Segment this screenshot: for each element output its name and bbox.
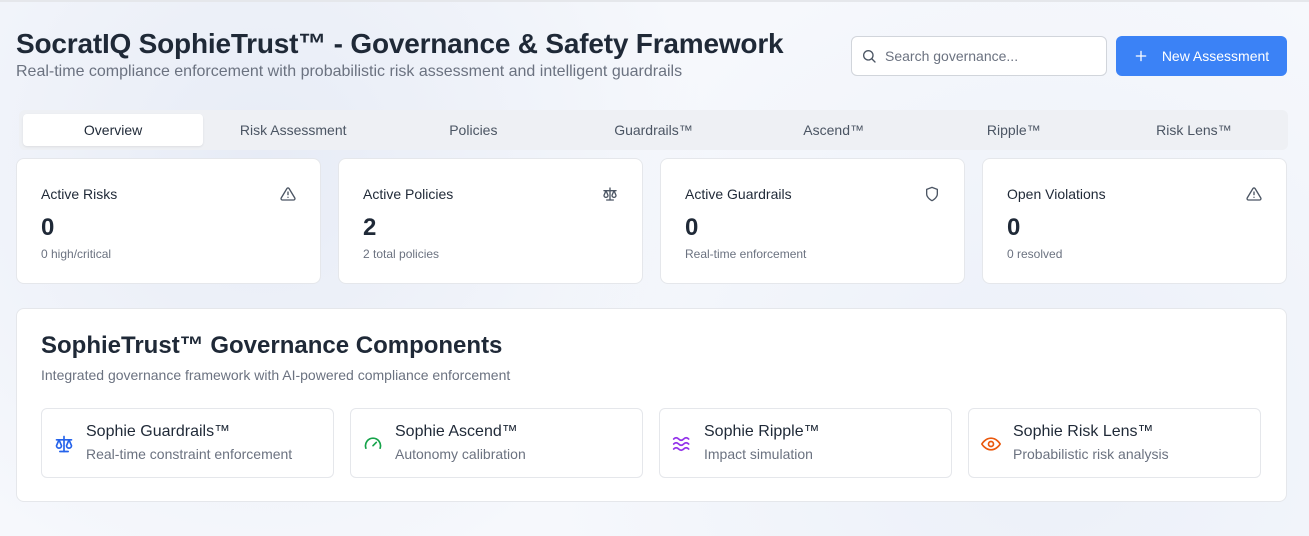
page-header: SocratIQ SophieTrust™ - Governance & Saf… bbox=[16, 0, 1287, 110]
stat-label: Active Policies bbox=[363, 186, 454, 202]
stat-card-active-policies: Active Policies 2 2 total policies bbox=[338, 158, 643, 284]
component-desc: Real-time constraint enforcement bbox=[86, 446, 293, 462]
stat-label: Active Risks bbox=[41, 186, 118, 202]
component-ripple[interactable]: Sophie Ripple™ Impact simulation bbox=[659, 408, 952, 478]
component-name: Sophie Ascend™ bbox=[395, 423, 518, 440]
scale-icon bbox=[603, 187, 617, 201]
component-ascend[interactable]: Sophie Ascend™ Autonomy calibration bbox=[350, 408, 643, 478]
scale-icon bbox=[55, 435, 73, 453]
stats-grid: Active Risks 0 0 high/critical Active Po… bbox=[16, 158, 1287, 284]
tab-risk-lens[interactable]: Risk Lens™ bbox=[1104, 114, 1284, 146]
tab-guardrails[interactable]: Guardrails™ bbox=[563, 114, 743, 146]
stat-subtext: Real-time enforcement bbox=[685, 247, 807, 261]
page-subtitle: Real-time compliance enforcement with pr… bbox=[16, 63, 683, 80]
component-text: Sophie Ascend™ Autonomy calibration bbox=[395, 423, 526, 462]
tab-overview[interactable]: Overview bbox=[23, 114, 204, 146]
tab-ripple[interactable]: Ripple™ bbox=[924, 114, 1104, 146]
shield-icon bbox=[926, 186, 938, 202]
header-text: SocratIQ SophieTrust™ - Governance & Saf… bbox=[16, 27, 784, 81]
stat-label: Open Violations bbox=[1007, 186, 1106, 202]
component-name: Sophie Ripple™ bbox=[704, 423, 820, 440]
new-assessment-label: New Assessment bbox=[1161, 48, 1270, 64]
search-icon bbox=[863, 50, 876, 63]
alert-triangle-icon bbox=[280, 187, 296, 201]
header-actions: New Assessment bbox=[851, 36, 1287, 76]
component-text: Sophie Guardrails™ Real-time constraint … bbox=[86, 423, 292, 462]
gauge-icon bbox=[364, 437, 382, 449]
component-desc: Autonomy calibration bbox=[395, 446, 526, 462]
component-name: Sophie Risk Lens™ bbox=[1013, 423, 1154, 440]
stat-value: 2 bbox=[363, 214, 377, 241]
stat-value: 0 bbox=[1007, 214, 1021, 241]
stat-subtext: 2 total policies bbox=[363, 247, 440, 261]
stat-card-active-guardrails: Active Guardrails 0 Real-time enforcemen… bbox=[660, 158, 965, 284]
components-grid: Sophie Guardrails™ Real-time constraint … bbox=[41, 408, 1262, 478]
search-input[interactable] bbox=[885, 48, 1085, 64]
component-text: Sophie Ripple™ Impact simulation bbox=[704, 423, 820, 462]
stat-label: Active Guardrails bbox=[685, 186, 792, 202]
plus-icon bbox=[1135, 50, 1147, 62]
search-box[interactable] bbox=[851, 36, 1107, 76]
stat-card-active-risks: Active Risks 0 0 high/critical bbox=[16, 158, 321, 284]
stat-value: 0 bbox=[685, 214, 699, 241]
tab-ascend[interactable]: Ascend™ bbox=[744, 114, 924, 146]
stat-subtext: 0 high/critical bbox=[41, 247, 112, 261]
new-assessment-button[interactable]: New Assessment bbox=[1116, 36, 1287, 76]
waves-icon bbox=[672, 436, 690, 452]
eye-icon bbox=[981, 437, 1001, 451]
stat-value: 0 bbox=[41, 214, 55, 241]
stat-subtext: 0 resolved bbox=[1007, 247, 1063, 261]
component-guardrails[interactable]: Sophie Guardrails™ Real-time constraint … bbox=[41, 408, 334, 478]
components-title: SophieTrust™ Governance Components bbox=[41, 332, 503, 359]
components-subtitle: Integrated governance framework with AI-… bbox=[41, 367, 511, 383]
component-desc: Probabilistic risk analysis bbox=[1013, 446, 1169, 462]
governance-components-panel: SophieTrust™ Governance Components Integ… bbox=[16, 308, 1287, 502]
component-text: Sophie Risk Lens™ Probabilistic risk ana… bbox=[1013, 423, 1169, 462]
page-title: SocratIQ SophieTrust™ - Governance & Saf… bbox=[16, 28, 784, 59]
tab-bar: Overview Risk Assessment Policies Guardr… bbox=[19, 110, 1288, 150]
stat-card-open-violations: Open Violations 0 0 resolved bbox=[982, 158, 1287, 284]
tab-risk-assessment[interactable]: Risk Assessment bbox=[203, 114, 383, 146]
component-name: Sophie Guardrails™ bbox=[86, 423, 231, 440]
alert-triangle-icon bbox=[1246, 187, 1262, 201]
component-risk-lens[interactable]: Sophie Risk Lens™ Probabilistic risk ana… bbox=[968, 408, 1261, 478]
component-desc: Impact simulation bbox=[704, 446, 813, 462]
tab-policies[interactable]: Policies bbox=[383, 114, 563, 146]
page: SocratIQ SophieTrust™ - Governance & Saf… bbox=[0, 0, 1309, 502]
